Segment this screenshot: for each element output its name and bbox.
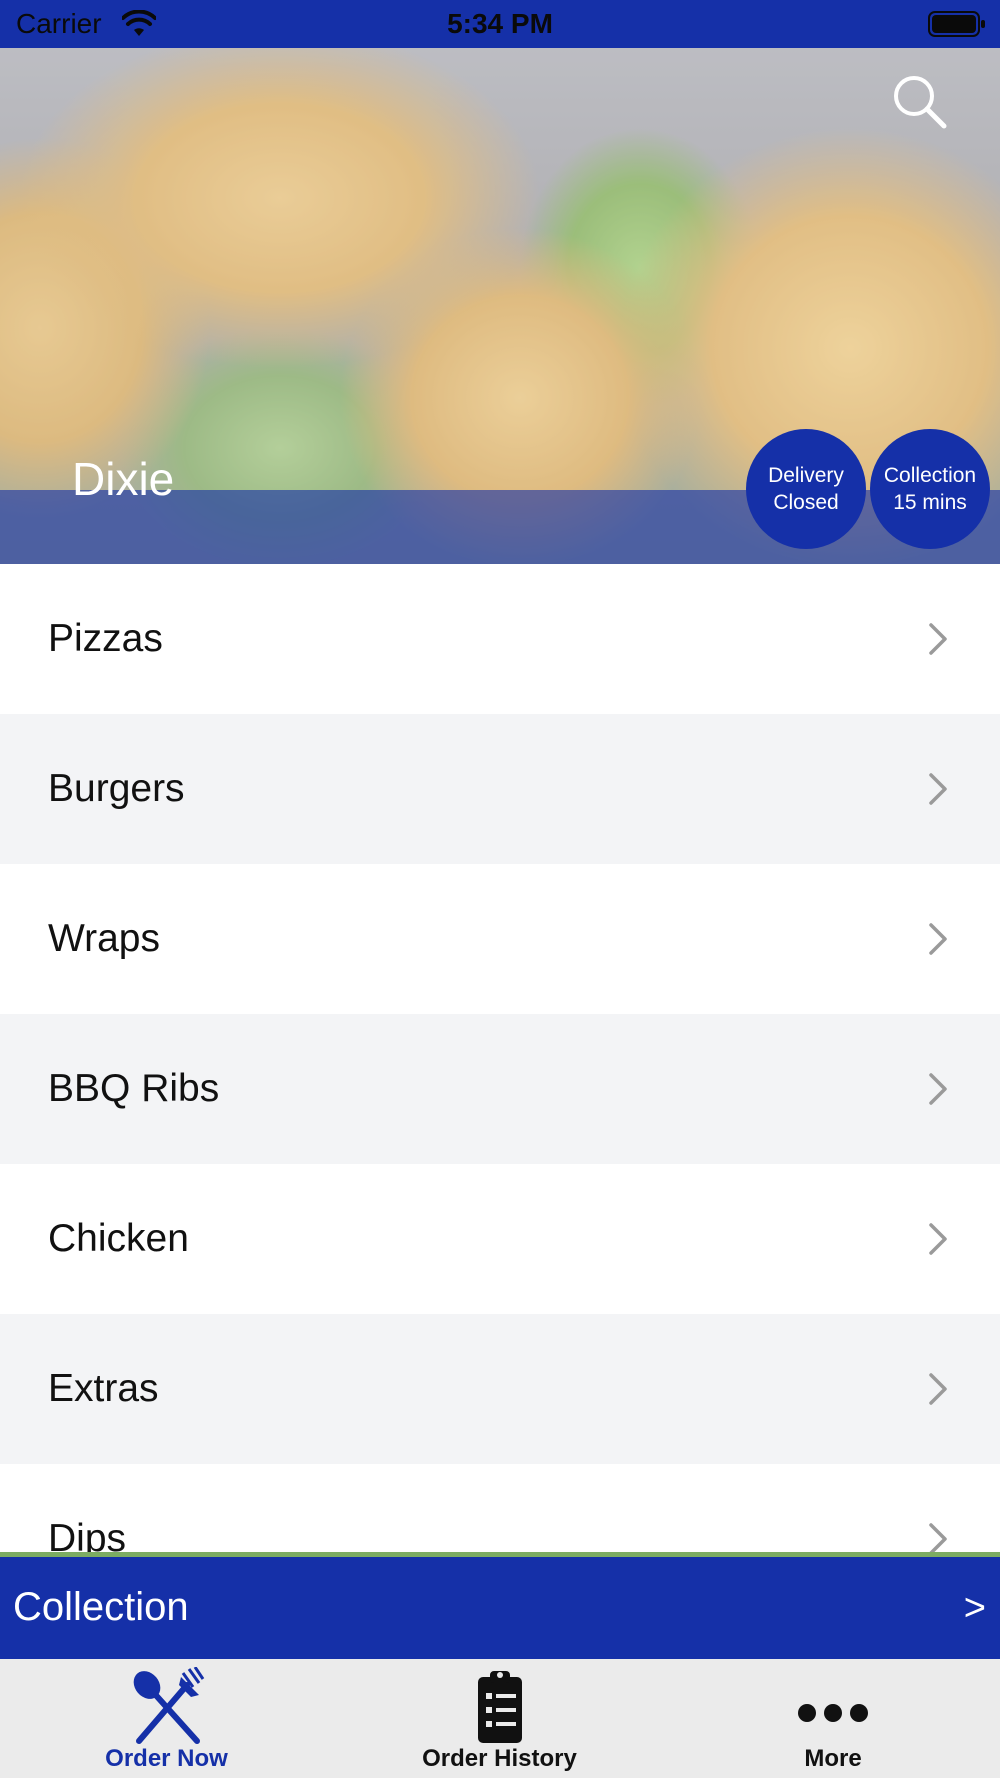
collection-badge-time: 15 mins xyxy=(893,491,967,514)
clock-time: 5:34 PM xyxy=(447,8,553,39)
menu-item-label: Wraps xyxy=(48,917,160,960)
menu-item-burgers[interactable]: Burgers xyxy=(0,714,1000,864)
delivery-badge-status: Closed xyxy=(773,491,839,514)
tab-label: More xyxy=(804,1745,862,1772)
tab-more[interactable]: More xyxy=(666,1659,1000,1778)
menu-item-label: Pizzas xyxy=(48,617,163,660)
delivery-badge-title: Delivery xyxy=(768,464,844,487)
menu-item-pizzas[interactable]: Pizzas xyxy=(0,564,1000,714)
chevron-right-icon xyxy=(929,1373,947,1405)
menu-item-label: Chicken xyxy=(48,1217,189,1260)
chevron-right-icon xyxy=(929,1523,947,1554)
tab-order-history[interactable]: Order History xyxy=(333,1659,666,1778)
tab-order-now[interactable]: Order Now xyxy=(0,1659,333,1778)
battery-icon xyxy=(928,11,985,37)
bottom-tab-bar: Order Now Order History More xyxy=(0,1659,1000,1778)
order-mode-arrow: > xyxy=(963,1587,986,1629)
clipboard-list-icon xyxy=(477,1671,522,1743)
chevron-right-icon xyxy=(929,1223,947,1255)
menu-item-dips[interactable]: Dips xyxy=(0,1464,1000,1554)
collection-status-badge: Collection 15 mins xyxy=(870,429,990,549)
delivery-status-badge: Delivery Closed xyxy=(746,429,866,549)
menu-item-label: Burgers xyxy=(48,767,185,810)
order-mode-bar[interactable]: Collection > xyxy=(0,1557,1000,1659)
status-bar: Carrier 5:34 PM xyxy=(0,0,1000,48)
search-icon[interactable] xyxy=(892,74,948,130)
chevron-right-icon xyxy=(929,923,947,955)
tab-label: Order History xyxy=(422,1745,577,1772)
restaurant-name: Dixie xyxy=(72,453,175,505)
menu-item-label: BBQ Ribs xyxy=(48,1067,220,1110)
tab-label: Order Now xyxy=(105,1745,228,1772)
collection-badge-title: Collection xyxy=(883,464,977,487)
more-dots-icon xyxy=(798,1704,868,1722)
menu-category-list: Pizzas Burgers Wraps BBQ Ribs Chicken Ex… xyxy=(0,564,1000,1554)
chevron-right-icon xyxy=(929,1073,947,1105)
menu-item-label: Extras xyxy=(48,1367,159,1410)
chevron-right-icon xyxy=(929,623,947,655)
order-mode-label: Collection xyxy=(13,1585,189,1629)
menu-item-bbq-ribs[interactable]: BBQ Ribs xyxy=(0,1014,1000,1164)
fork-spoon-icon xyxy=(133,1667,204,1744)
menu-item-wraps[interactable]: Wraps xyxy=(0,864,1000,1014)
menu-item-chicken[interactable]: Chicken xyxy=(0,1164,1000,1314)
menu-item-extras[interactable]: Extras xyxy=(0,1314,1000,1464)
menu-item-label: Dips xyxy=(48,1517,127,1554)
chevron-right-icon xyxy=(929,773,947,805)
